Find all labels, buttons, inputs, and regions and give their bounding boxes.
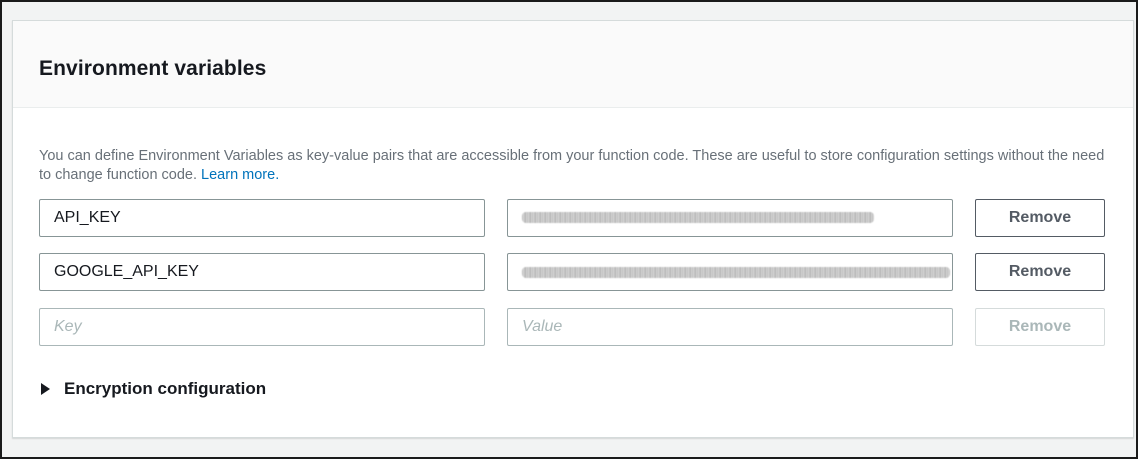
env-key-input[interactable] (39, 253, 485, 291)
panel-title: Environment variables (39, 57, 267, 80)
panel-header: Environment variables (13, 21, 1133, 108)
encryption-configuration-label: Encryption configuration (64, 379, 267, 398)
new-env-var-row: Remove (39, 308, 1105, 348)
learn-more-link[interactable]: Learn more. (201, 167, 279, 183)
env-key-input[interactable] (39, 199, 485, 237)
environment-variables-panel: Environment variables You can define Env… (12, 20, 1134, 438)
remove-button-disabled: Remove (975, 308, 1105, 346)
new-value-input[interactable] (507, 308, 953, 346)
env-value-input[interactable] (507, 199, 953, 237)
env-value-input[interactable] (507, 253, 953, 291)
remove-button[interactable]: Remove (975, 253, 1105, 291)
env-var-row: Remove (39, 199, 1105, 239)
page-frame: Environment variables You can define Env… (0, 0, 1138, 459)
masked-value (522, 267, 950, 278)
new-key-input[interactable] (39, 308, 485, 346)
encryption-configuration-toggle[interactable]: Encryption configuration (39, 378, 266, 400)
masked-value (522, 212, 874, 223)
env-var-row: Remove (39, 253, 1105, 293)
panel-description: You can define Environment Variables as … (39, 147, 1114, 185)
caret-right-icon (41, 383, 50, 395)
remove-button[interactable]: Remove (975, 199, 1105, 237)
description-text: You can define Environment Variables as … (39, 148, 1105, 183)
